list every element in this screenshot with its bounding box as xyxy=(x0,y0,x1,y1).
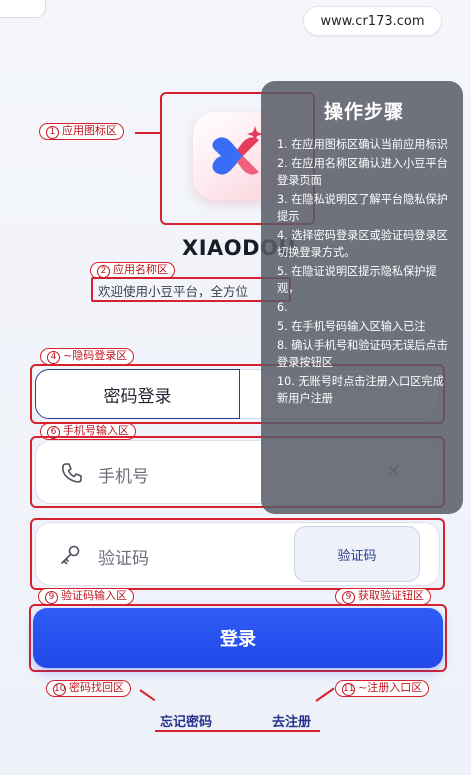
step-item: 10. 无账号时点击注册入口区完成新用户注册 xyxy=(277,375,444,405)
tab-password-login[interactable]: 密码登录 xyxy=(35,369,240,419)
step-item: 4. 选择密码登录区或验证码登录区切换登录方式。 xyxy=(277,229,448,259)
annotation-label-code-input: 9 验证码输入区 xyxy=(38,588,134,605)
annotation-leader xyxy=(135,132,161,134)
login-button[interactable]: 登录 xyxy=(33,608,443,668)
step-item: 1. 在应用图标区确认当前应用标识 xyxy=(277,138,448,151)
step-item: 2. 在应用名称区确认进入小豆平台登录页面 xyxy=(277,157,448,187)
phone-icon xyxy=(60,461,84,485)
steps-list: 1. 在应用图标区确认当前应用标识 2. 在应用名称区确认进入小豆平台登录页面 … xyxy=(277,136,451,407)
step-item: 8. 确认手机号和验证码无误后点击登录按钮区 xyxy=(277,339,448,369)
step-item: 3. 在隐私说明区了解平台隐私保护提示 xyxy=(277,193,448,223)
get-code-button[interactable]: 验证码 xyxy=(294,526,420,582)
annotation-label-get-code: 9 获取验证钮区 xyxy=(335,588,431,605)
annotation-label-password-login: 4 ~隐码登录区 xyxy=(40,348,135,365)
annotation-leader xyxy=(315,687,335,702)
key-icon xyxy=(58,543,82,567)
welcome-text: 欢迎使用小豆平台，全方位 xyxy=(98,284,249,299)
steps-title: 操作步骤 xyxy=(323,101,404,123)
step-item: 6. xyxy=(277,301,288,314)
step-item: 5. 在隐证说明区提示隐私保护提观， xyxy=(277,265,437,295)
steps-overlay-panel: 操作步骤 1. 在应用图标区确认当前应用标识 2. 在应用名称区确认进入小豆平台… xyxy=(261,81,463,514)
links-annotation-underline xyxy=(155,730,320,732)
annotation-label-forgot-password: 10 密码找回区 xyxy=(46,680,131,697)
phone-placeholder: 手机号 xyxy=(98,467,149,487)
annotation-label-register: 11 ~注册入口区 xyxy=(335,680,430,697)
forgot-password-link[interactable]: 忘记密码 xyxy=(160,711,212,730)
register-link[interactable]: 去注册 xyxy=(272,711,311,730)
annotation-label-icon-area: 1 应用图标区 xyxy=(39,123,124,140)
site-url-badge: www.cr173.com xyxy=(303,6,442,36)
top-left-button[interactable] xyxy=(0,0,46,18)
step-item: 5. 在手机号码输入区输入已注 xyxy=(277,320,426,333)
annotation-leader xyxy=(139,689,156,702)
code-placeholder: 验证码 xyxy=(98,549,149,569)
